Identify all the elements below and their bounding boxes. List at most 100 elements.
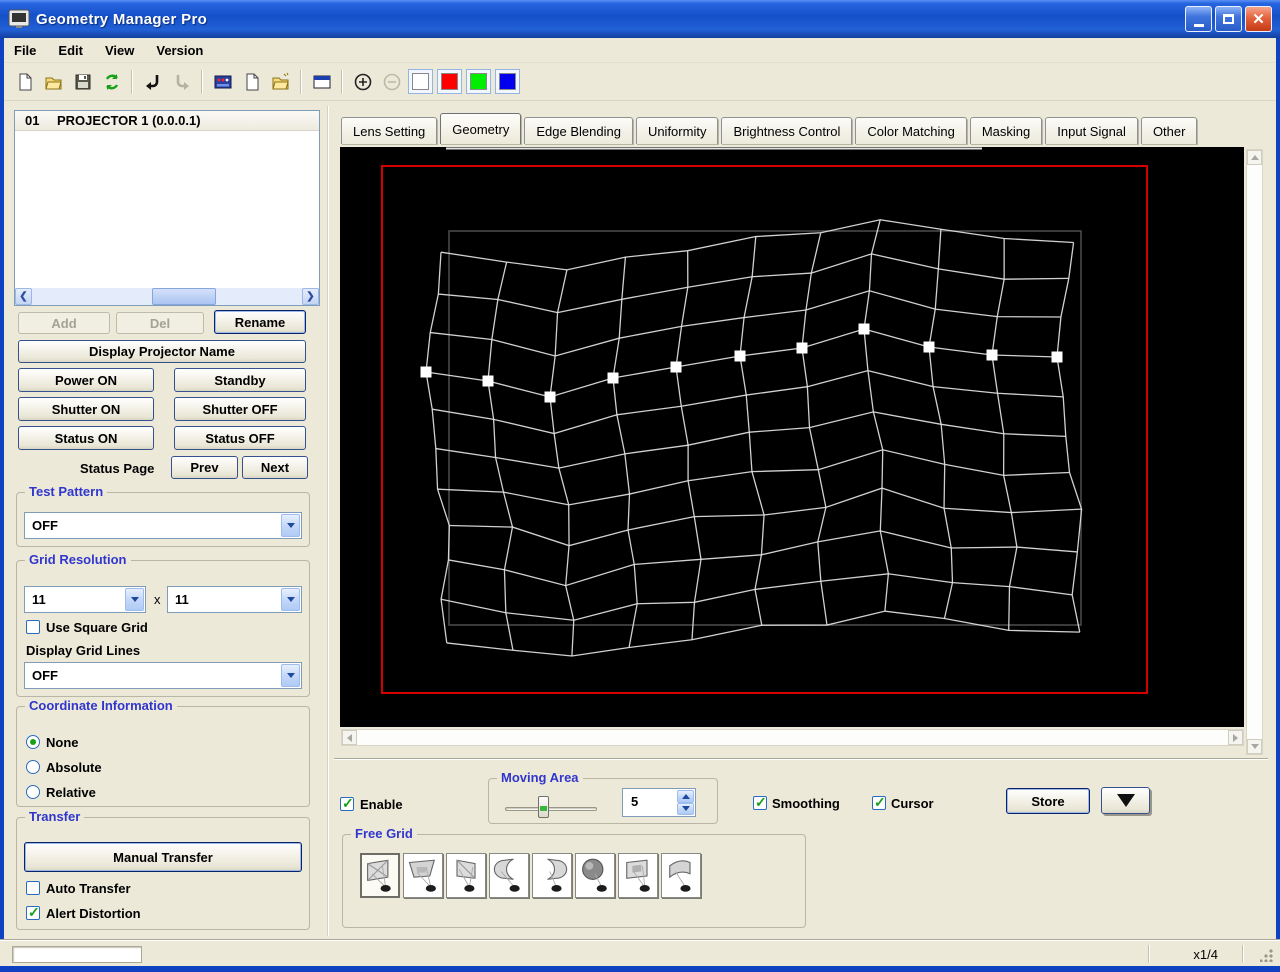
scroll-right-icon[interactable] xyxy=(1228,730,1243,745)
scroll-down-icon[interactable] xyxy=(1247,739,1262,754)
cursor-checkbox[interactable] xyxy=(872,794,886,811)
scrollbar-thumb[interactable] xyxy=(152,288,216,305)
smoothing-checkbox[interactable] xyxy=(753,794,767,811)
scroll-left-icon[interactable] xyxy=(342,730,357,745)
new-file-button[interactable] xyxy=(11,68,38,95)
grid-handle[interactable] xyxy=(482,375,494,387)
chevron-down-icon[interactable] xyxy=(125,588,144,611)
menu-edit[interactable]: Edit xyxy=(58,43,83,58)
auto-transfer-checkbox[interactable] xyxy=(26,881,40,895)
display-projector-name-button[interactable]: Display Projector Name xyxy=(18,340,306,363)
refresh-button[interactable] xyxy=(98,68,125,95)
test-pattern-select[interactable]: OFF xyxy=(24,512,302,539)
grid-columns-select[interactable]: 11 xyxy=(24,586,146,613)
shutter-off-button[interactable]: Shutter OFF xyxy=(174,397,306,421)
rename-button[interactable]: Rename xyxy=(214,310,306,334)
standby-button[interactable]: Standby xyxy=(174,368,306,392)
tab-color-matching[interactable]: Color Matching xyxy=(855,117,967,144)
enable-checkbox[interactable] xyxy=(340,795,354,812)
manual-transfer-button[interactable]: Manual Transfer xyxy=(24,842,302,872)
grid-handle[interactable] xyxy=(923,341,935,353)
canvas-vscrollbar[interactable] xyxy=(1246,149,1263,755)
grid-handle[interactable] xyxy=(858,323,870,335)
next-button[interactable]: Next xyxy=(242,456,308,479)
geometry-mesh-svg[interactable] xyxy=(340,147,1244,727)
coordinate-absolute-radio[interactable] xyxy=(26,760,40,774)
status-off-button[interactable]: Status OFF xyxy=(174,426,306,450)
resize-grip[interactable] xyxy=(1260,948,1274,962)
tab-geometry[interactable]: Geometry xyxy=(440,113,522,144)
projector-list-item[interactable]: 01 PROJECTOR 1 (0.0.0.1) xyxy=(15,111,319,131)
store-button[interactable]: Store xyxy=(1006,788,1090,814)
grid-handle[interactable] xyxy=(670,361,682,373)
save-button[interactable] xyxy=(69,68,96,95)
close-button[interactable]: ✕ xyxy=(1245,6,1272,32)
prev-button[interactable]: Prev xyxy=(171,456,238,479)
coordinate-none-radio[interactable] xyxy=(26,735,40,749)
grid-handle[interactable] xyxy=(544,391,556,403)
moving-area-slider[interactable] xyxy=(505,807,597,811)
grid-rows-select[interactable]: 11 xyxy=(167,586,302,613)
slider-thumb[interactable] xyxy=(538,796,549,818)
spin-up-icon[interactable] xyxy=(677,790,694,803)
new-window-button[interactable] xyxy=(238,68,265,95)
use-square-grid-checkbox[interactable] xyxy=(26,620,40,634)
display-window-button[interactable] xyxy=(308,68,335,95)
tab-lens-setting[interactable]: Lens Setting xyxy=(341,117,438,144)
zoom-out-button[interactable] xyxy=(378,68,405,95)
undo-button[interactable] xyxy=(139,68,166,95)
tab-input-signal[interactable]: Input Signal xyxy=(1045,117,1138,144)
pattern-white-button[interactable] xyxy=(408,69,433,94)
grid-handle[interactable] xyxy=(986,349,998,361)
tab-other[interactable]: Other xyxy=(1140,117,1198,144)
free-grid-flat-screen-button[interactable] xyxy=(360,853,400,898)
projector-list-hscrollbar[interactable]: ❮ ❯ xyxy=(15,288,319,305)
pattern-red-button[interactable] xyxy=(437,69,462,94)
spin-down-icon[interactable] xyxy=(677,802,694,815)
grid-handle[interactable] xyxy=(607,372,619,384)
alert-distortion-checkbox[interactable] xyxy=(26,904,40,921)
free-grid-inclined-screen-button[interactable] xyxy=(618,853,658,898)
zoom-in-button[interactable] xyxy=(349,68,376,95)
grid-handle[interactable] xyxy=(420,366,432,378)
maximize-button[interactable] xyxy=(1215,6,1242,32)
menu-version[interactable]: Version xyxy=(156,43,203,58)
canvas-hscrollbar[interactable] xyxy=(341,729,1244,746)
add-button[interactable]: Add xyxy=(18,312,110,334)
open-file-button[interactable] xyxy=(40,68,67,95)
power-on-button[interactable]: Power ON xyxy=(18,368,154,392)
grid-handle[interactable] xyxy=(796,342,808,354)
free-grid-concave-cylinder-button[interactable] xyxy=(489,853,529,898)
tab-edge-blending[interactable]: Edge Blending xyxy=(524,117,633,144)
store-dropdown-button[interactable] xyxy=(1101,787,1150,814)
coordinate-relative-radio[interactable] xyxy=(26,785,40,799)
display-grid-lines-select[interactable]: OFF xyxy=(24,662,302,689)
geometry-canvas[interactable] xyxy=(340,147,1244,727)
chevron-down-icon[interactable] xyxy=(281,664,300,687)
minimize-button[interactable] xyxy=(1185,6,1212,32)
chevron-down-icon[interactable] xyxy=(281,588,300,611)
pattern-green-button[interactable] xyxy=(466,69,491,94)
free-grid-curved-screen-button[interactable] xyxy=(661,853,701,898)
grid-handle[interactable] xyxy=(1051,351,1063,363)
status-panel-button[interactable] xyxy=(209,68,236,95)
shutter-on-button[interactable]: Shutter ON xyxy=(18,397,154,421)
free-grid-sphere-button[interactable] xyxy=(575,853,615,898)
scroll-up-icon[interactable] xyxy=(1247,150,1262,165)
chevron-down-icon[interactable] xyxy=(281,514,300,537)
free-grid-convex-cylinder-button[interactable] xyxy=(532,853,572,898)
free-grid-angled-screen-button[interactable] xyxy=(446,853,486,898)
moving-area-spinner[interactable]: 5 xyxy=(622,788,696,817)
menu-file[interactable]: File xyxy=(14,43,36,58)
open-window-button[interactable] xyxy=(267,68,294,95)
scroll-left-icon[interactable]: ❮ xyxy=(15,288,32,305)
free-grid-tilted-screen-button[interactable] xyxy=(403,853,443,898)
redo-button[interactable] xyxy=(168,68,195,95)
del-button[interactable]: Del xyxy=(116,312,204,334)
status-on-button[interactable]: Status ON xyxy=(18,426,154,450)
tab-masking[interactable]: Masking xyxy=(969,117,1043,144)
grid-handle[interactable] xyxy=(734,350,746,362)
tab-brightness-control[interactable]: Brightness Control xyxy=(721,117,853,144)
tab-uniformity[interactable]: Uniformity xyxy=(635,117,719,144)
scroll-right-icon[interactable]: ❯ xyxy=(302,288,319,305)
